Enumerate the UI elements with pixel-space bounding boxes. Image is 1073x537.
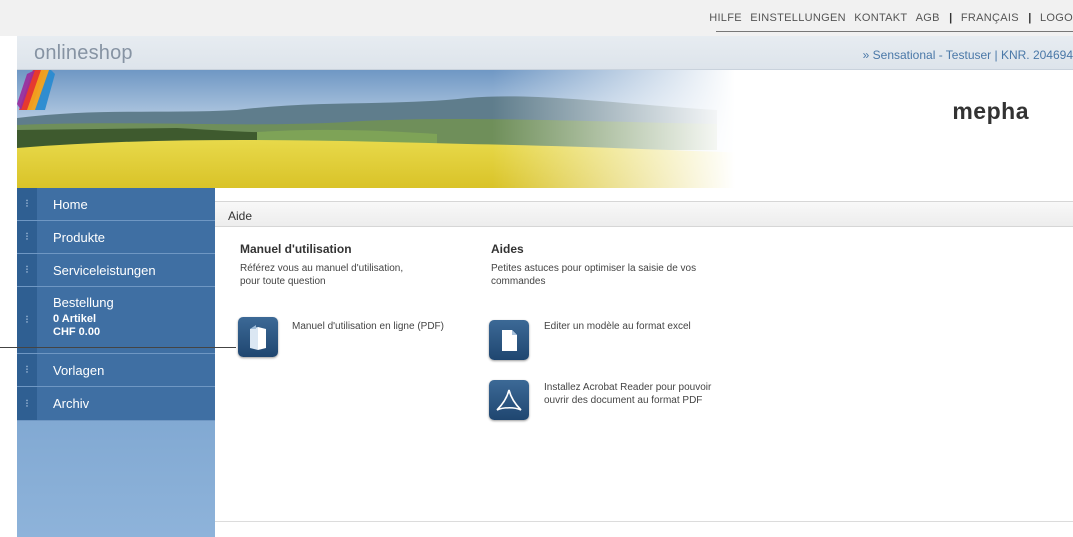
sidebar-item-archive[interactable]: ⁝ Archiv bbox=[17, 387, 215, 421]
agb-link[interactable]: AGB bbox=[916, 12, 940, 24]
aides-desc-line: Petites astuces pour optimiser la saisie… bbox=[491, 263, 697, 274]
sidebar-item-label: Bestellung bbox=[53, 295, 114, 310]
mepha-logo-icon bbox=[17, 70, 55, 110]
manual-pdf-button[interactable] bbox=[238, 317, 278, 357]
separator: | bbox=[1028, 12, 1032, 24]
acrobat-icon bbox=[496, 389, 522, 411]
mepha-logo: mepha bbox=[952, 98, 1029, 124]
bullet-icon: ⁝ bbox=[17, 387, 37, 420]
brand-title[interactable]: onlineshop bbox=[34, 42, 133, 65]
logout-link[interactable]: LOGO bbox=[1040, 12, 1073, 24]
bullet-icon: ⁝ bbox=[17, 221, 37, 253]
manual-section-title: Manuel d'utilisation bbox=[240, 242, 352, 256]
manual-desc-line: Référez vous au manuel d'utilisation, bbox=[240, 263, 404, 274]
sidebar-item-label: Vorlagen bbox=[53, 363, 105, 378]
sidebar-item-label: Home bbox=[53, 197, 88, 212]
bullet-icon: ⁝ bbox=[17, 188, 37, 220]
separator: | bbox=[949, 12, 953, 24]
sidebar-item-products[interactable]: ⁝ Produkte bbox=[17, 221, 215, 254]
top-links: HILFE EINSTELLUNGEN KONTAKT AGB | FRANÇA… bbox=[704, 12, 1073, 24]
left-margin bbox=[0, 36, 17, 537]
header-banner: mepha bbox=[17, 70, 1073, 188]
sidebar-item-order[interactable]: ⁝ Bestellung 0 Artikel CHF 0.00 bbox=[17, 287, 215, 354]
excel-template-button[interactable] bbox=[489, 320, 529, 360]
breadcrumb-bar: Aide bbox=[215, 201, 1073, 227]
sidebar-item-home[interactable]: ⁝ Home bbox=[17, 188, 215, 221]
sidebar-item-label: Produkte bbox=[53, 230, 106, 245]
header-bar: onlineshop » Sensational - Testuser | KN… bbox=[17, 36, 1073, 70]
aides-desc-line: commandes bbox=[491, 276, 546, 287]
excel-template-link[interactable]: Editer un modèle au format excel bbox=[544, 320, 691, 333]
cart-total: CHF 0.00 bbox=[53, 326, 101, 338]
bullet-icon: ⁝ bbox=[17, 354, 37, 386]
top-links-underline bbox=[716, 31, 1073, 32]
content-bottom-divider bbox=[215, 521, 1073, 522]
settings-link[interactable]: EINSTELLUNGEN bbox=[750, 12, 846, 24]
contact-link[interactable]: KONTAKT bbox=[854, 12, 907, 24]
aides-section-title: Aides bbox=[491, 242, 524, 256]
document-icon bbox=[502, 330, 517, 351]
sidebar-item-services[interactable]: ⁝ Serviceleistungen bbox=[17, 254, 215, 287]
pointer-line bbox=[0, 347, 236, 348]
sidebar-item-label: Serviceleistungen bbox=[53, 263, 156, 278]
acrobat-reader-button[interactable] bbox=[489, 380, 529, 420]
top-navigation: HILFE EINSTELLUNGEN KONTAKT AGB | FRANÇA… bbox=[0, 0, 1073, 36]
aides-section-desc: Petites astuces pour optimiser la saisie… bbox=[491, 262, 696, 288]
acrobat-link-line: ouvrir des document au format PDF bbox=[544, 395, 703, 406]
bullet-icon: ⁝ bbox=[17, 254, 37, 286]
sidebar-item-templates[interactable]: ⁝ Vorlagen bbox=[17, 354, 215, 387]
language-link[interactable]: FRANÇAIS bbox=[961, 12, 1019, 24]
sidebar: ⁝ Home ⁝ Produkte ⁝ Serviceleistungen ⁝ … bbox=[17, 188, 215, 537]
landscape-image bbox=[17, 70, 1073, 188]
user-info[interactable]: » Sensational - Testuser | KNR. 204694 bbox=[863, 48, 1073, 62]
acrobat-reader-link[interactable]: Installez Acrobat Reader pour pouvoir ou… bbox=[544, 381, 711, 407]
manual-book-icon bbox=[250, 325, 266, 350]
manual-pdf-link[interactable]: Manuel d'utilisation en ligne (PDF) bbox=[292, 320, 444, 333]
manual-section-desc: Référez vous au manuel d'utilisation, po… bbox=[240, 262, 403, 288]
acrobat-link-line: Installez Acrobat Reader pour pouvoir bbox=[544, 382, 712, 393]
cart-article-count: 0 Artikel bbox=[53, 313, 97, 325]
manual-desc-line: pour toute question bbox=[240, 276, 326, 287]
sidebar-item-label: Archiv bbox=[53, 396, 90, 411]
help-link[interactable]: HILFE bbox=[709, 12, 742, 24]
bullet-icon: ⁝ bbox=[17, 287, 37, 353]
breadcrumb: Aide bbox=[228, 209, 253, 223]
